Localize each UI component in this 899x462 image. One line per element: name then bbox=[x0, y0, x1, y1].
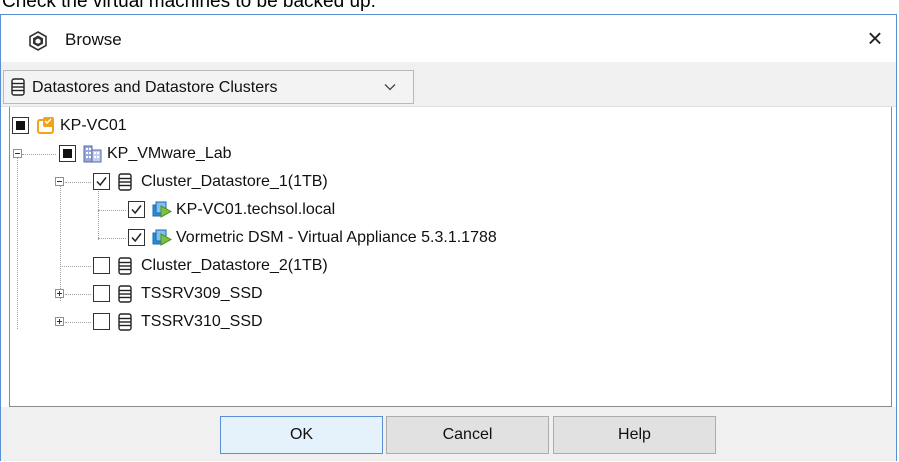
instruction-caption: Check the virtual machines to be backed … bbox=[2, 0, 376, 12]
vm-icon bbox=[152, 228, 173, 248]
node-label: Cluster_Datastore_1(1TB) bbox=[141, 173, 328, 190]
tree-node[interactable]: TSSRV309_SSD bbox=[10, 280, 890, 308]
node-label: TSSRV309_SSD bbox=[141, 285, 263, 302]
node-checkbox[interactable] bbox=[93, 257, 110, 274]
expand-icon[interactable] bbox=[55, 317, 64, 326]
node-checkbox[interactable] bbox=[93, 313, 110, 330]
ok-button[interactable]: OK bbox=[220, 416, 383, 454]
node-checkbox[interactable] bbox=[128, 229, 145, 246]
node-checkbox[interactable] bbox=[128, 201, 145, 218]
datastore-icon bbox=[10, 78, 26, 101]
tree-node[interactable]: TSSRV310_SSD bbox=[10, 308, 890, 336]
datastore-icon bbox=[117, 257, 137, 277]
title-bar: Browse × bbox=[1, 15, 896, 62]
node-label: Cluster_Datastore_2(1TB) bbox=[141, 257, 328, 274]
chevron-down-icon[interactable] bbox=[383, 80, 397, 99]
tree-node[interactable]: Cluster_Datastore_1(1TB) bbox=[10, 168, 890, 196]
node-checkbox[interactable] bbox=[93, 173, 110, 190]
tree-node[interactable]: Cluster_Datastore_2(1TB) bbox=[10, 252, 890, 280]
view-selector-dropdown[interactable]: Datastores and Datastore Clusters bbox=[3, 70, 414, 104]
close-icon[interactable]: × bbox=[867, 23, 882, 53]
tree-node[interactable]: KP-VC01.techsol.local bbox=[10, 196, 890, 224]
vm-icon bbox=[152, 200, 173, 220]
tree-node[interactable]: Vormetric DSM - Virtual Appliance 5.3.1.… bbox=[10, 224, 890, 252]
node-checkbox[interactable] bbox=[12, 117, 29, 134]
node-checkbox[interactable] bbox=[93, 285, 110, 302]
datastore-icon bbox=[117, 285, 137, 305]
view-selector-label: Datastores and Datastore Clusters bbox=[32, 79, 278, 96]
inventory-tree: KP-VC01 KP_VMware_Lab Cluster_Datastore_1(… bbox=[9, 107, 892, 407]
datastore-icon bbox=[117, 313, 137, 333]
vmware-logo-icon bbox=[28, 31, 48, 51]
expand-icon[interactable] bbox=[55, 289, 64, 298]
collapse-icon[interactable] bbox=[13, 149, 22, 158]
tree-node[interactable]: KP-VC01 bbox=[10, 112, 890, 140]
dialog-footer: OK Cancel Help bbox=[1, 407, 896, 461]
node-label: KP-VC01.techsol.local bbox=[176, 201, 336, 218]
view-toolbar: Datastores and Datastore Clusters bbox=[1, 62, 896, 107]
node-label: TSSRV310_SSD bbox=[141, 313, 263, 330]
datastore-icon bbox=[117, 173, 137, 193]
node-label: KP_VMware_Lab bbox=[107, 145, 232, 162]
browse-dialog: Browse × Datastores and Datastore Cluste… bbox=[0, 14, 897, 461]
node-checkbox[interactable] bbox=[59, 145, 76, 162]
close-button[interactable]: × bbox=[854, 21, 896, 55]
vcenter-icon bbox=[36, 116, 56, 136]
datacenter-icon bbox=[83, 144, 103, 164]
cancel-button[interactable]: Cancel bbox=[386, 416, 549, 454]
node-label: Vormetric DSM - Virtual Appliance 5.3.1.… bbox=[176, 229, 497, 246]
node-label: KP-VC01 bbox=[60, 117, 127, 134]
tree-node[interactable]: KP_VMware_Lab bbox=[10, 140, 890, 168]
dialog-title: Browse bbox=[65, 30, 122, 49]
collapse-icon[interactable] bbox=[55, 177, 64, 186]
help-button[interactable]: Help bbox=[553, 416, 716, 454]
